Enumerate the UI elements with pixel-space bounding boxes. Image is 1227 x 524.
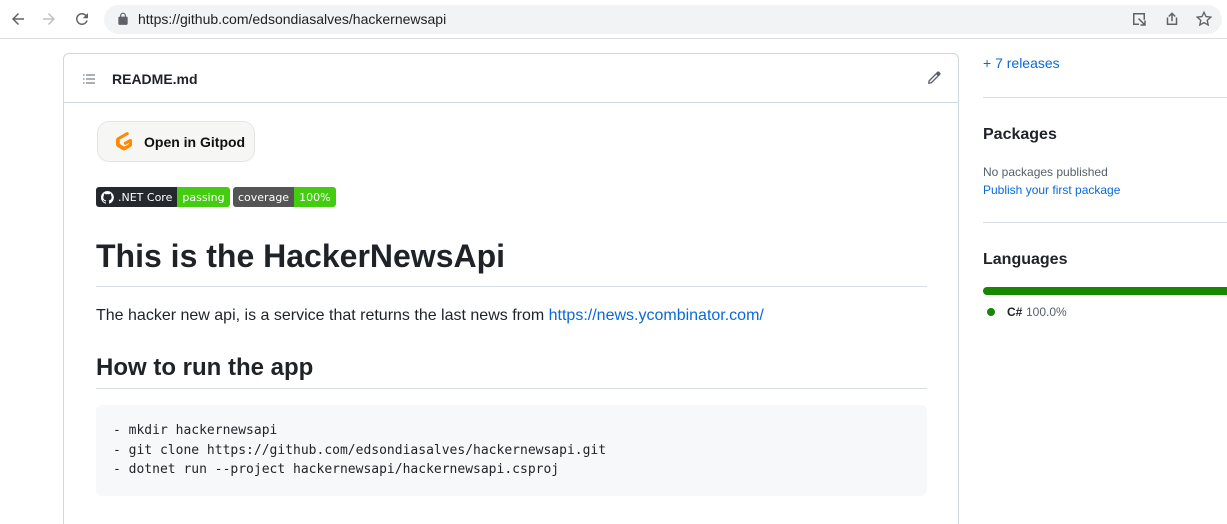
code-line: - dotnet run --project hackernewsapi/hac… <box>113 462 560 477</box>
code-line: - git clone https://github.com/edsondias… <box>113 442 607 458</box>
arrow-left-icon <box>12 13 24 25</box>
reload-icon <box>76 13 88 25</box>
readme-description: The hacker new api, is a service that re… <box>96 307 764 325</box>
sidebar-divider <box>983 97 1227 98</box>
build-badge-status: passing <box>177 187 230 207</box>
releases-link[interactable]: + 7 releases <box>983 55 1060 71</box>
bookmark-star-icon[interactable] <box>1195 10 1213 28</box>
github-icon <box>101 190 114 204</box>
heading-divider <box>96 286 927 287</box>
forward-button[interactable] <box>38 8 60 30</box>
language-percent: 100.0% <box>1026 305 1067 319</box>
sidebar-divider <box>983 222 1227 223</box>
code-block: - mkdir hackernewsapi - git clone https:… <box>96 405 927 496</box>
coverage-badge[interactable]: coverage 100% <box>233 187 336 207</box>
languages-heading: Languages <box>983 251 1068 268</box>
url-text[interactable]: https://github.com/edsondiasalves/hacker… <box>138 11 446 27</box>
gitpod-logo-icon <box>116 131 132 150</box>
install-app-icon[interactable] <box>1130 10 1148 28</box>
ycombinator-link[interactable]: https://news.ycombinator.com/ <box>549 307 764 324</box>
table-of-contents-icon[interactable] <box>81 71 97 87</box>
coverage-badge-label: coverage <box>233 187 295 207</box>
lock-icon <box>118 12 128 25</box>
build-badge-label: .NET Core <box>96 187 178 207</box>
pencil-icon[interactable] <box>926 70 942 86</box>
open-in-gitpod-button[interactable]: Open in Gitpod <box>97 121 255 162</box>
share-icon[interactable] <box>1163 10 1181 28</box>
browser-toolbar: https://github.com/edsondiasalves/hacker… <box>0 0 1227 39</box>
readme-header: README.md <box>64 54 958 103</box>
language-bar[interactable] <box>983 287 1227 295</box>
language-color-dot <box>987 308 995 316</box>
build-badge-text: .NET Core <box>118 190 173 204</box>
readme-panel: README.md Open in Gitpod .NET Core passi… <box>63 53 959 524</box>
language-name[interactable]: C# <box>1007 305 1022 319</box>
reload-button[interactable] <box>71 8 93 30</box>
address-bar[interactable]: https://github.com/edsondiasalves/hacker… <box>104 5 1222 34</box>
description-text: The hacker new api, is a service that re… <box>96 307 549 324</box>
back-button[interactable] <box>7 8 29 30</box>
arrow-right-icon <box>43 13 55 25</box>
code-line: - mkdir hackernewsapi <box>113 423 278 438</box>
gitpod-label: Open in Gitpod <box>144 133 246 150</box>
subheading-divider <box>96 388 927 389</box>
packages-heading[interactable]: Packages <box>983 126 1057 144</box>
publish-package-link[interactable]: Publish your first package <box>983 183 1120 197</box>
readme-filename[interactable]: README.md <box>112 71 198 87</box>
run-app-heading: How to run the app <box>96 354 314 381</box>
readme-heading: This is the HackerNewsApi <box>96 238 506 274</box>
coverage-badge-value: 100% <box>294 187 336 207</box>
build-badge[interactable]: .NET Core passing <box>96 187 230 207</box>
packages-empty-text: No packages published <box>983 165 1108 179</box>
